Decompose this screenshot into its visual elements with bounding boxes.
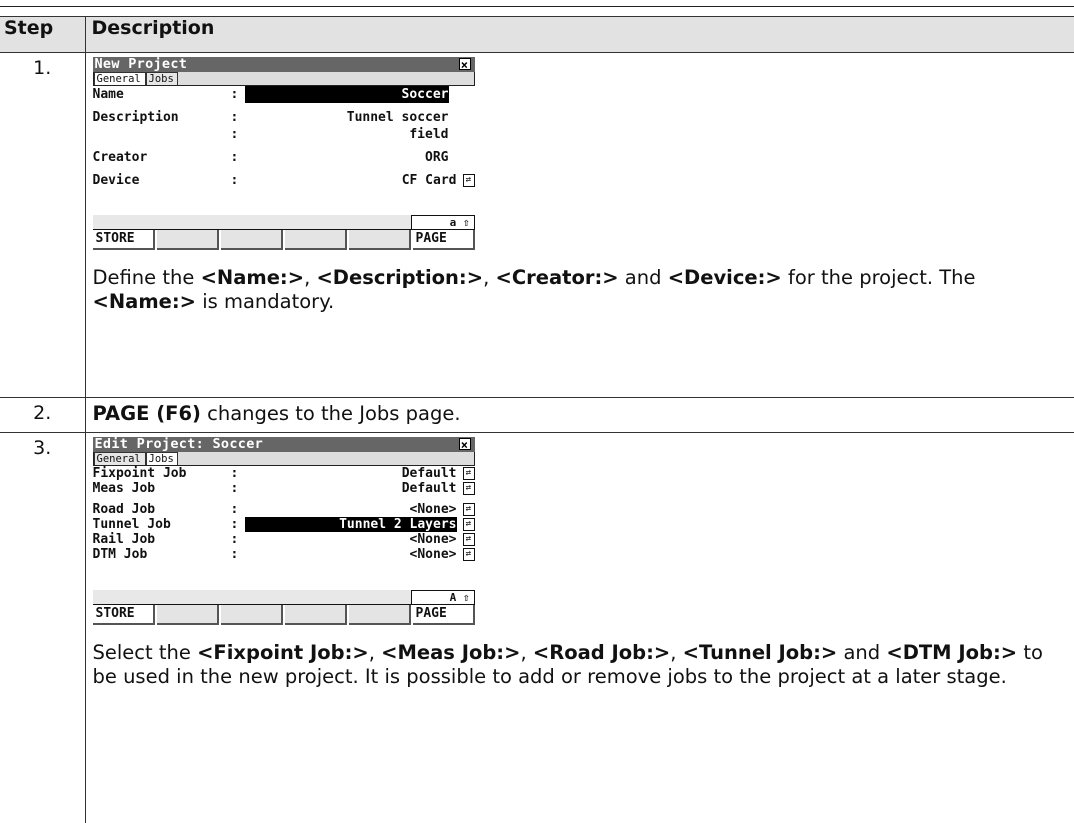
step-description: New Project × General Jobs Name : Soccer… xyxy=(84,52,1074,398)
field-label: Device xyxy=(92,173,140,188)
road-job-select[interactable]: <None> xyxy=(410,502,457,517)
step-column-header: Step xyxy=(0,16,86,53)
function-keys: STORE PAGE xyxy=(92,604,475,625)
field-fixpoint-job[interactable]: Fixpoint Job : Default ⇄ xyxy=(93,466,475,481)
screen-title: Edit Project: Soccer xyxy=(94,436,264,452)
f2-button[interactable] xyxy=(156,230,219,250)
field-creator[interactable]: Creator : ORG xyxy=(93,149,475,166)
top-rule xyxy=(0,6,1074,7)
step-text: Define the <Name:>, <Description:>, <Cre… xyxy=(92,266,976,313)
fixpoint-job-select[interactable]: Default xyxy=(402,466,457,481)
table-header-row: Step Description xyxy=(0,16,1074,53)
page-button[interactable]: PAGE xyxy=(412,230,475,250)
toggle-arrows-icon[interactable]: ⇄ xyxy=(462,467,475,480)
screen-titlebar: New Project × xyxy=(92,56,475,72)
tunnel-job-select[interactable]: Tunnel 2 Layers xyxy=(244,517,457,532)
field-label: Name xyxy=(92,87,124,102)
f5-button[interactable] xyxy=(348,230,411,250)
tab-jobs[interactable]: Jobs xyxy=(145,72,178,85)
status-bar: A ⇧ xyxy=(92,590,475,604)
device-select[interactable]: CF Card xyxy=(402,172,457,189)
close-icon[interactable]: × xyxy=(458,58,471,71)
toggle-arrows-icon[interactable]: ⇄ xyxy=(462,503,475,516)
tab-strip: General Jobs xyxy=(92,452,475,466)
step-description: PAGE (F6) changes to the Jobs page. xyxy=(84,397,1074,433)
dtm-job-select[interactable]: <None> xyxy=(410,547,457,562)
description-column-header: Description xyxy=(84,16,1074,53)
store-button[interactable]: STORE xyxy=(92,605,155,625)
field-name[interactable]: Name : Soccer xyxy=(93,86,475,103)
tab-strip: General Jobs xyxy=(92,72,475,86)
field-label: Tunnel Job xyxy=(92,517,171,532)
f4-button[interactable] xyxy=(284,230,347,250)
table-row: 1. New Project × General Jobs Name : Soc… xyxy=(0,52,1074,398)
description-input[interactable]: Tunnel soccer xyxy=(347,109,449,126)
field-description-line2[interactable]: : field xyxy=(93,126,475,143)
tab-general[interactable]: General xyxy=(93,72,146,85)
creator-input[interactable]: ORG xyxy=(425,149,448,166)
field-rail-job[interactable]: Rail Job : <None> ⇄ xyxy=(93,532,475,547)
field-meas-job[interactable]: Meas Job : Default ⇄ xyxy=(93,481,475,496)
step-number: 1. xyxy=(0,52,86,398)
toggle-arrows-icon[interactable]: ⇄ xyxy=(462,482,475,495)
table-row: 3. Edit Project: Soccer × General Jobs F… xyxy=(0,432,1074,823)
field-label: Road Job xyxy=(92,502,156,517)
f2-button[interactable] xyxy=(156,605,219,625)
field-dtm-job[interactable]: DTM Job : <None> ⇄ xyxy=(93,547,475,562)
steps-table: Step Description 1. New Project × Genera… xyxy=(0,16,1074,823)
function-keys: STORE PAGE xyxy=(92,229,475,250)
field-label: DTM Job xyxy=(92,547,148,562)
field-label: Meas Job xyxy=(92,481,156,496)
description-input-line2[interactable]: field xyxy=(409,126,448,143)
toggle-arrows-icon[interactable]: ⇄ xyxy=(462,533,475,546)
step-number: 3. xyxy=(0,432,86,823)
field-description[interactable]: Description : Tunnel soccer xyxy=(93,109,475,126)
field-label: Fixpoint Job xyxy=(92,466,187,481)
screen-title: New Project xyxy=(94,56,188,72)
toggle-arrows-icon[interactable]: ⇄ xyxy=(462,548,475,561)
page-button[interactable]: PAGE xyxy=(412,605,475,625)
tab-general[interactable]: General xyxy=(93,452,146,465)
screen-titlebar: Edit Project: Soccer × xyxy=(92,436,475,452)
field-road-job[interactable]: Road Job : <None> ⇄ xyxy=(93,502,475,517)
step-text: Select the <Fixpoint Job:>, <Meas Job:>,… xyxy=(92,641,1043,688)
meas-job-select[interactable]: Default xyxy=(402,481,457,496)
new-project-screen: New Project × General Jobs Name : Soccer… xyxy=(92,56,475,250)
f3-button[interactable] xyxy=(220,230,283,250)
f3-button[interactable] xyxy=(220,605,283,625)
toggle-arrows-icon[interactable]: ⇄ xyxy=(462,174,475,187)
step-number: 2. xyxy=(0,397,86,433)
edit-project-screen: Edit Project: Soccer × General Jobs Fixp… xyxy=(92,436,475,625)
step-description: Edit Project: Soccer × General Jobs Fixp… xyxy=(84,432,1074,823)
step-text: PAGE (F6) changes to the Jobs page. xyxy=(92,402,461,425)
close-icon[interactable]: × xyxy=(458,438,471,451)
field-label: Creator xyxy=(92,150,148,165)
rail-job-select[interactable]: <None> xyxy=(410,532,457,547)
field-device[interactable]: Device : CF Card ⇄ xyxy=(93,172,475,189)
store-button[interactable]: STORE xyxy=(92,230,155,250)
tab-jobs[interactable]: Jobs xyxy=(145,452,178,465)
f4-button[interactable] xyxy=(284,605,347,625)
name-input[interactable]: Soccer xyxy=(244,86,449,103)
field-label: Description xyxy=(92,110,179,125)
field-label: Rail Job xyxy=(92,532,156,547)
input-mode-indicator: a ⇧ xyxy=(410,215,475,229)
status-bar: a ⇧ xyxy=(92,215,475,229)
table-row: 2. PAGE (F6) changes to the Jobs page. xyxy=(0,397,1074,433)
field-tunnel-job[interactable]: Tunnel Job : Tunnel 2 Layers ⇄ xyxy=(93,517,475,532)
input-mode-indicator: A ⇧ xyxy=(410,590,475,604)
f5-button[interactable] xyxy=(348,605,411,625)
toggle-arrows-icon[interactable]: ⇄ xyxy=(462,518,475,531)
